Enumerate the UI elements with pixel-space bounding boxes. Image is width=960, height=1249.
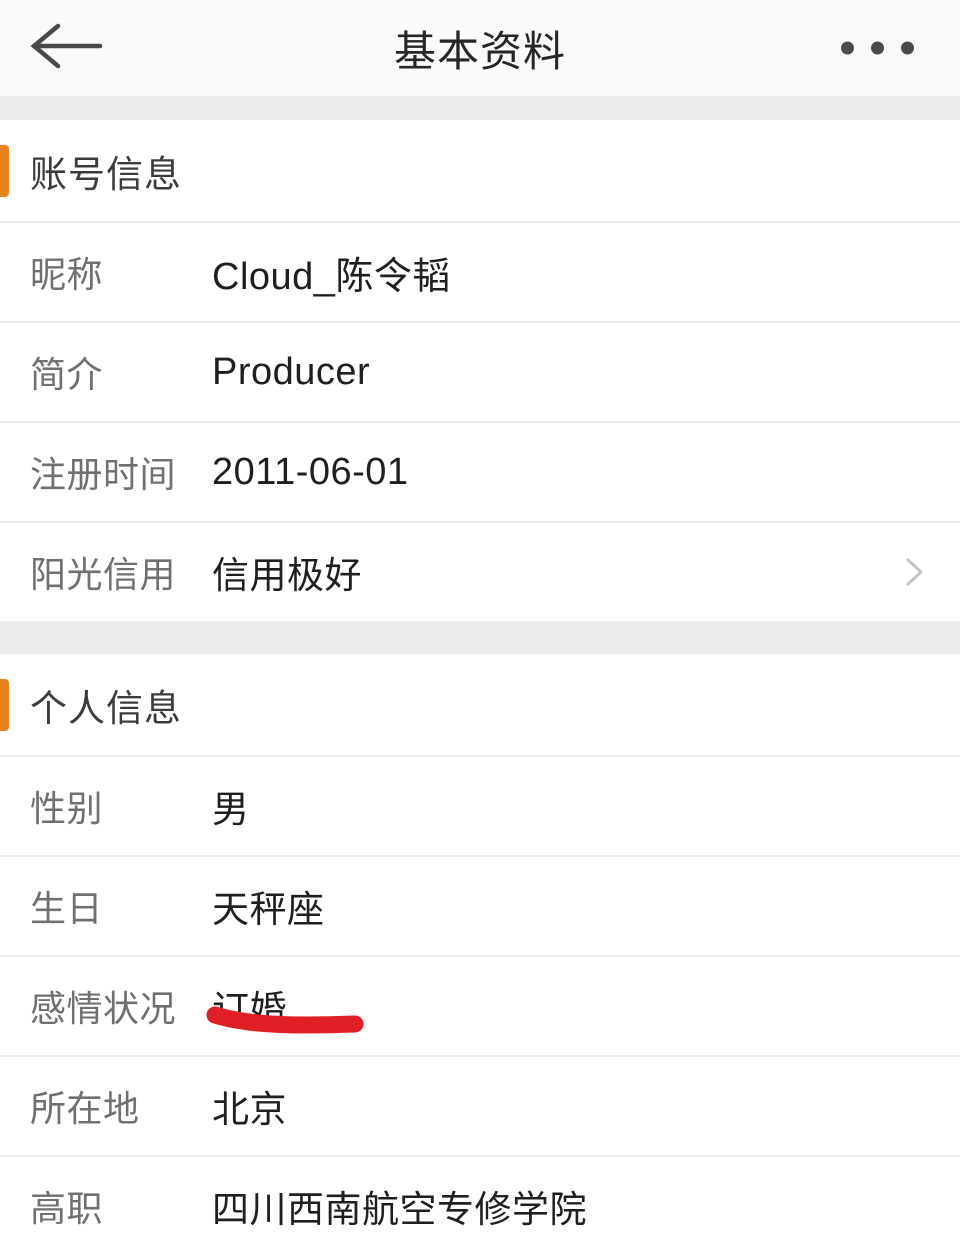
info-row-label: 高职: [30, 1188, 104, 1229]
chevron-right-icon[interactable]: [894, 552, 934, 592]
profile-basic-info-screen: 基本资料 账号信息昵称 Cloud_陈令韬简介 Producer 注册时间 2011-0…: [0, 0, 960, 1249]
section-gap-band: [0, 96, 960, 120]
info-row-value: 四川西南航空专修学院: [212, 1189, 587, 1230]
info-row-label: 感情状况: [30, 988, 177, 1029]
more-dot: [901, 41, 914, 55]
info-row-value: 订婚: [212, 989, 287, 1030]
info-row-value: 2011-06-01: [212, 450, 409, 493]
info-row-label: 生日: [30, 888, 104, 929]
more-dot: [871, 41, 884, 55]
info-row: 高职 四川西南航空专修学院: [0, 1157, 960, 1249]
page-title: 基本资料: [393, 27, 566, 75]
profile-content: 账号信息昵称 Cloud_陈令韬简介 Producer 注册时间 2011-06-01 阳…: [0, 96, 960, 1249]
info-row-label: 阳光信用: [30, 554, 177, 595]
section-accent-bar: [0, 144, 9, 197]
info-row-value: 天秤座: [212, 889, 325, 930]
more-horizontal-icon[interactable]: [841, 41, 914, 55]
info-row-value: Producer: [212, 350, 371, 393]
info-row-value: 男: [212, 789, 250, 830]
section-gap-band: [0, 623, 960, 654]
info-row: 生日 天秤座: [0, 857, 960, 957]
section-header: 账号信息: [0, 120, 960, 223]
info-row-label: 性别: [30, 788, 104, 829]
info-row-label: 所在地: [30, 1088, 140, 1129]
more-dot: [841, 41, 854, 55]
info-row-label: 简介: [30, 354, 104, 395]
section-accent-bar: [0, 678, 9, 731]
info-row[interactable]: 阳光信用 信用极好: [0, 523, 960, 623]
info-row: 简介 Producer: [0, 323, 960, 423]
section-title: 账号信息: [30, 153, 182, 195]
info-row: 注册时间 2011-06-01: [0, 423, 960, 523]
info-row-label: 昵称: [30, 254, 104, 295]
info-row: 性别 男: [0, 757, 960, 857]
info-row-value: 北京: [212, 1089, 287, 1130]
info-row: 感情状况 订婚: [0, 957, 960, 1057]
section-title: 个人信息: [30, 687, 182, 729]
info-row-label: 注册时间: [30, 454, 177, 495]
info-row: 所在地 北京: [0, 1057, 960, 1157]
info-row: 昵称 Cloud_陈令韬: [0, 223, 960, 323]
arrow-left-icon: [28, 20, 104, 77]
section-header: 个人信息: [0, 654, 960, 757]
navbar: 基本资料: [0, 0, 960, 96]
back-button[interactable]: [28, 20, 112, 76]
info-row-value: 信用极好: [212, 555, 362, 596]
info-row-value: Cloud_陈令韬: [212, 255, 451, 298]
